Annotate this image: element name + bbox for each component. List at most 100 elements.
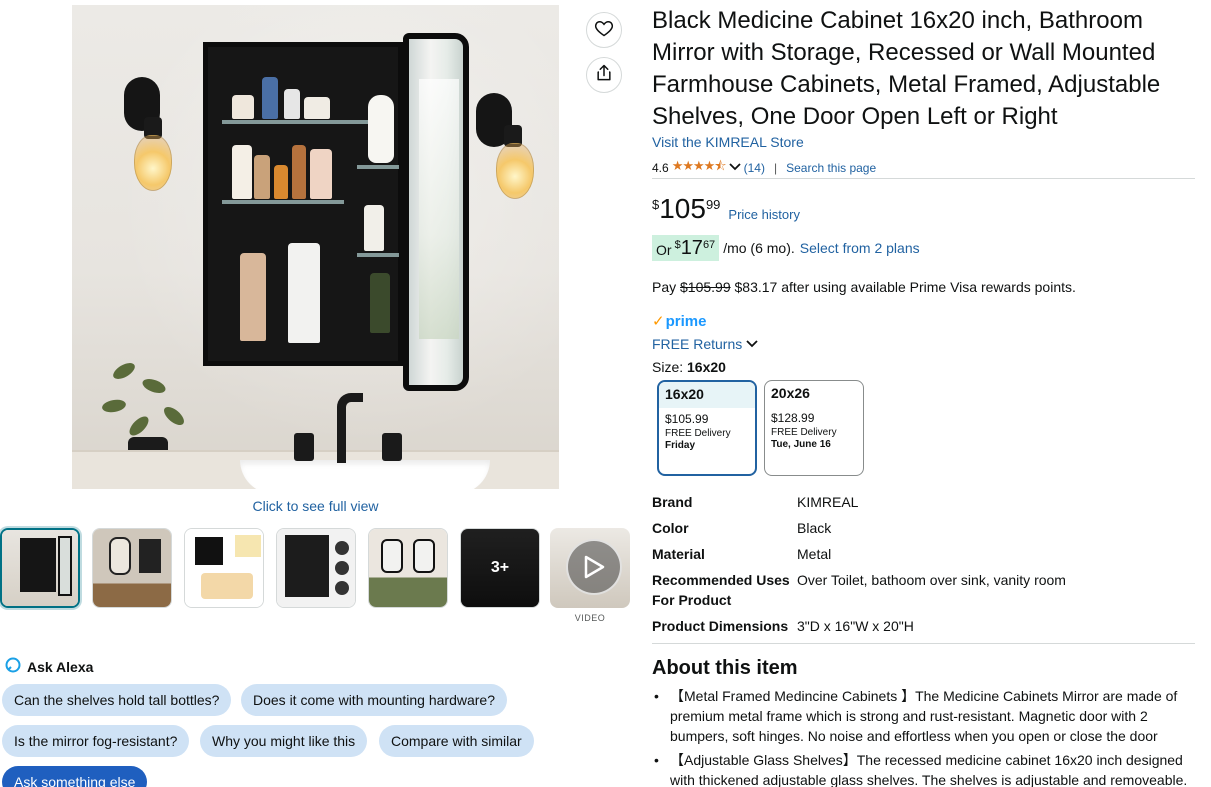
ask-alexa-header: Ask Alexa	[5, 657, 93, 676]
add-to-list-button[interactable]	[586, 12, 622, 48]
size-option-delivery: FREE Delivery Friday	[659, 426, 755, 452]
video-label: VIDEO	[574, 613, 606, 623]
monthly-prefix: Or	[656, 242, 672, 258]
faucet-handle	[382, 433, 402, 461]
faucet-handle	[294, 433, 314, 461]
size-label: Size: 16x20	[652, 359, 726, 375]
free-returns-link[interactable]: FREE Returns	[652, 336, 758, 352]
store-link[interactable]: Visit the KIMREAL Store	[652, 134, 804, 150]
about-this-item-heading: About this item	[652, 657, 798, 679]
share-button[interactable]	[586, 57, 622, 93]
price-history-link[interactable]: Price history	[728, 207, 800, 222]
play-icon	[566, 539, 622, 595]
thumbnail-detail	[335, 581, 349, 595]
spec-key: Color	[652, 520, 689, 536]
glass-shelf	[222, 120, 372, 124]
spec-value: Metal	[797, 546, 832, 562]
divider	[652, 178, 1195, 179]
thumbnail-cabinet	[139, 539, 161, 573]
size-option-name: 20x26	[771, 385, 810, 401]
prime-visa-offer: Pay $105.99 $83.17 after using available…	[652, 279, 1076, 295]
white-pump-bottle	[288, 243, 320, 343]
faucet	[337, 393, 363, 463]
thumbnail-1[interactable]	[0, 528, 80, 608]
thumbnail-3[interactable]	[184, 528, 264, 608]
star-rating-icon[interactable]: ★★★★⯪	[672, 157, 727, 179]
select-plans-link[interactable]: Select from 2 plans	[800, 240, 920, 256]
left-sconce-bulb	[134, 135, 172, 191]
price-whole: 105	[659, 193, 706, 224]
prime-check-icon: ✓	[652, 313, 665, 330]
price-fraction: 99	[705, 197, 721, 212]
prime-badge: ✓ prime	[652, 312, 707, 331]
pay-prefix: Pay	[652, 279, 677, 295]
size-option-delivery: FREE Delivery Tue, June 16	[765, 425, 863, 451]
monthly-highlight: Or $ 17 67	[652, 235, 720, 261]
search-this-page-link[interactable]: Search this page	[786, 161, 876, 175]
main-product-image[interactable]	[72, 5, 559, 489]
alexa-chip-mounting-hardware[interactable]: Does it come with mounting hardware?	[241, 684, 508, 716]
green-bottle	[370, 273, 390, 333]
monthly-fraction: 67	[702, 239, 716, 251]
alexa-chip-fog-resistant[interactable]: Is the mirror fog-resistant?	[2, 725, 190, 757]
thumbnail-2[interactable]	[92, 528, 172, 608]
thumbnail-more[interactable]: 3+	[460, 528, 540, 608]
spec-key: Recommended Uses For Product	[652, 572, 790, 608]
monthly-whole: 17	[680, 237, 703, 259]
thumbnail-detail	[335, 541, 349, 555]
chevron-down-icon[interactable]	[728, 161, 741, 175]
thumbnail-5[interactable]	[368, 528, 448, 608]
thumbnail-feature-list	[235, 535, 261, 557]
size-option-name: 16x20	[659, 382, 755, 408]
spec-key: Brand	[652, 494, 693, 510]
right-sconce-bulb	[496, 143, 534, 199]
sink	[240, 460, 490, 489]
prime-label: prime	[665, 312, 707, 330]
cream-bottle	[284, 89, 300, 119]
thumbnail-cabinet	[195, 537, 223, 565]
rating-value: 4.6	[652, 161, 669, 175]
more-images-count: 3+	[461, 529, 539, 607]
amber-bottle	[292, 145, 306, 199]
thumbnail-door	[58, 536, 72, 596]
product-title: Black Medicine Cabinet 16x20 inch, Bathr…	[652, 7, 1161, 130]
size-option-20x26[interactable]: 20x26 $128.99 FREE Delivery Tue, June 16	[764, 380, 864, 476]
thumbnail-fruit-shelf	[201, 573, 253, 599]
delivery-day: Friday	[665, 440, 696, 451]
alexa-chip-tall-bottles[interactable]: Can the shelves hold tall bottles?	[2, 684, 232, 716]
delivery-prefix: FREE Delivery	[771, 427, 837, 438]
delivery-day: Tue, June 16	[771, 439, 831, 450]
size-label-text: Size:	[652, 359, 684, 375]
full-view-link[interactable]: Click to see full view	[72, 498, 559, 514]
heart-icon	[594, 18, 614, 43]
mirror-reflection	[419, 79, 459, 339]
cosmetic-jar	[232, 95, 254, 119]
glass-shelf	[357, 253, 399, 257]
alexa-chip-compare[interactable]: Compare with similar	[379, 725, 534, 757]
spec-value: Black	[797, 520, 832, 536]
glass-shelf	[222, 200, 344, 204]
size-option-price: $128.99	[771, 411, 815, 425]
thumbnail-4[interactable]	[276, 528, 356, 608]
perfume-bottle	[262, 77, 278, 119]
ask-alexa-title: Ask Alexa	[27, 658, 94, 675]
price-currency: $	[652, 197, 660, 212]
thumbnail-video[interactable]	[550, 528, 630, 608]
size-option-16x20[interactable]: 16x20 $105.99 FREE Delivery Friday	[657, 380, 757, 476]
chevron-down-icon	[746, 336, 758, 352]
delivery-prefix: FREE Delivery	[665, 428, 731, 439]
share-icon	[594, 63, 614, 88]
about-bullets: 【Metal Framed Medincine Cabinets 】The Me…	[652, 686, 1197, 787]
serum-bottle	[254, 155, 270, 199]
tall-bottle	[240, 253, 266, 341]
spec-key: Product Dimensions	[652, 618, 789, 634]
spec-key: Material	[652, 546, 705, 562]
rating-row: 4.6 ★★★★⯪ (14) | Search this page	[652, 157, 876, 179]
lotion-bottle	[310, 149, 332, 199]
pay-rest: $83.17 after using available Prime Visa …	[734, 279, 1076, 295]
alexa-ask-something-else-button[interactable]: Ask something else	[2, 766, 148, 787]
ratings-count-link[interactable]: (14)	[744, 161, 765, 175]
price-block: $ 105 99 Price history	[652, 192, 800, 226]
size-selected-value: 16x20	[687, 359, 726, 375]
alexa-chip-why-like[interactable]: Why you might like this	[200, 725, 368, 757]
